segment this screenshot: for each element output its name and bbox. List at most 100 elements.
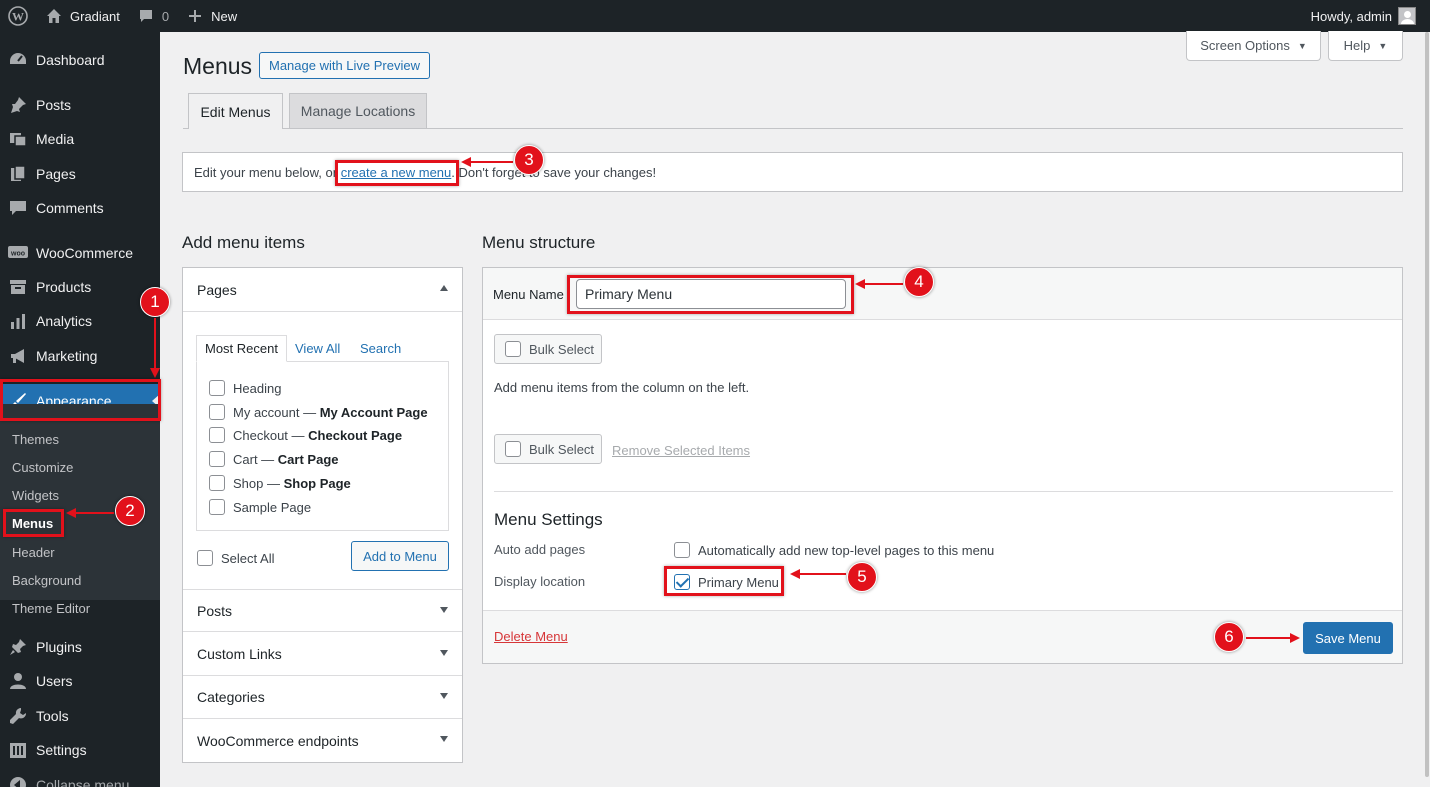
pages-section-label: Pages — [197, 281, 237, 298]
annotation-badge-1: 1 — [140, 287, 170, 317]
howdy-text: Howdy, admin — [1310, 8, 1392, 24]
wordpress-logo[interactable]: W — [0, 0, 36, 32]
checkbox[interactable] — [209, 451, 225, 467]
archive-icon — [8, 277, 28, 297]
sidebar-item-comments[interactable]: Comments — [0, 191, 160, 225]
auto-add-pages-option[interactable]: Automatically add new top-level pages to… — [674, 542, 994, 558]
annotation-arrow-3 — [469, 161, 513, 163]
select-all-checkbox[interactable] — [197, 550, 213, 566]
annotation-badge-2: 2 — [115, 496, 145, 526]
tab-search[interactable]: Search — [360, 335, 401, 362]
sidebar-label: Pages — [36, 166, 76, 182]
bulk-select-button[interactable]: Bulk Select — [494, 334, 602, 364]
expand-arrow-icon — [440, 607, 448, 613]
sidebar-label: Settings — [36, 742, 87, 758]
menu-edit-panel: Menu Name Primary Menu Bulk Select Add m… — [482, 267, 1403, 664]
tab-most-recent[interactable]: Most Recent — [196, 335, 287, 362]
annotation-arrow-6 — [1246, 637, 1292, 639]
new-content-link[interactable]: New — [177, 0, 245, 32]
tab-view-all[interactable]: View All — [295, 335, 340, 362]
woocommerce-endpoints-section-header[interactable]: WooCommerce endpoints — [183, 719, 462, 762]
sidebar-item-posts[interactable]: Posts — [0, 88, 160, 122]
checkbox[interactable] — [209, 475, 225, 491]
help-label: Help — [1343, 38, 1371, 53]
checkbox[interactable] — [209, 404, 225, 420]
sidebar-item-analytics[interactable]: Analytics — [0, 304, 160, 338]
primary-menu-location-option[interactable]: Primary Menu — [674, 574, 779, 590]
collapse-menu-button[interactable]: Collapse menu — [0, 768, 160, 787]
settings-divider — [494, 491, 1393, 492]
auto-add-checkbox[interactable] — [674, 542, 690, 558]
sidebar-label: Posts — [36, 97, 72, 113]
custom-links-section-header[interactable]: Custom Links — [183, 633, 462, 676]
page-type: Cart Page — [277, 451, 339, 467]
sidebar-item-users[interactable]: Users — [0, 664, 160, 698]
select-all-label: Select All — [221, 550, 275, 566]
tab-divider — [183, 128, 1403, 129]
live-preview-button[interactable]: Manage with Live Preview — [259, 52, 430, 79]
annotation-arrow-2 — [74, 512, 114, 514]
sidebar-item-plugins[interactable]: Plugins — [0, 630, 160, 664]
list-item[interactable]: Cart — Cart Page — [209, 451, 339, 467]
submenu-item-background[interactable]: Background — [12, 573, 81, 588]
sidebar-item-settings[interactable]: Settings — [0, 733, 160, 767]
add-to-menu-button[interactable]: Add to Menu — [351, 541, 449, 571]
account-menu[interactable]: Howdy, admin — [1311, 7, 1430, 25]
sidebar-item-media[interactable]: Media — [0, 122, 160, 156]
auto-add-text: Automatically add new top-level pages to… — [698, 542, 995, 558]
site-name-link[interactable]: Gradiant — [36, 0, 128, 32]
display-location-label: Display location — [494, 574, 586, 589]
tab-edit-menus[interactable]: Edit Menus — [188, 93, 283, 129]
section-label: Posts — [197, 602, 233, 619]
wordpress-icon: W — [8, 6, 28, 26]
list-item[interactable]: Checkout — Checkout Page — [209, 427, 402, 443]
plus-icon — [185, 6, 205, 26]
page-name: Heading — [233, 380, 282, 396]
scrollbar-thumb[interactable] — [1425, 32, 1429, 777]
remove-selected-link[interactable]: Remove Selected Items — [612, 443, 750, 458]
submenu-item-theme-editor[interactable]: Theme Editor — [12, 601, 90, 616]
sidebar-item-dashboard[interactable]: Dashboard — [0, 43, 160, 77]
menu-name-input[interactable]: Primary Menu — [576, 279, 846, 309]
comment-icon — [8, 198, 28, 218]
comments-count: 0 — [161, 8, 170, 24]
submenu-item-themes[interactable]: Themes — [12, 432, 59, 447]
submenu-item-header[interactable]: Header — [12, 545, 55, 560]
sidebar-item-tools[interactable]: Tools — [0, 699, 160, 733]
submenu-item-widgets[interactable]: Widgets — [12, 488, 59, 503]
expand-arrow-icon — [440, 693, 448, 699]
list-item[interactable]: Sample Page — [209, 499, 311, 515]
help-button[interactable]: Help ▼ — [1328, 31, 1403, 61]
posts-section-header[interactable]: Posts — [183, 589, 462, 632]
categories-section-header[interactable]: Categories — [183, 676, 462, 719]
primary-menu-checkbox[interactable] — [674, 574, 690, 590]
pages-section-header[interactable]: Pages — [183, 268, 462, 312]
plugin-icon — [8, 637, 28, 657]
sidebar-item-products[interactable]: Products — [0, 270, 160, 304]
submenu-item-menus[interactable]: Menus — [12, 516, 53, 531]
svg-text:woo: woo — [10, 251, 25, 258]
list-item[interactable]: My account — My Account Page — [209, 404, 428, 420]
screen-options-button[interactable]: Screen Options ▼ — [1186, 31, 1321, 61]
admin-bar: W Gradiant 0 New Howdy, admin — [0, 0, 1430, 32]
checkbox[interactable] — [209, 427, 225, 443]
select-all-row[interactable]: Select All — [197, 550, 274, 566]
expand-arrow-icon — [440, 736, 448, 742]
list-item[interactable]: Heading — [209, 380, 281, 396]
sidebar-item-marketing[interactable]: Marketing — [0, 339, 160, 373]
sidebar-item-woocommerce[interactable]: woo WooCommerce — [0, 236, 160, 270]
checkbox[interactable] — [209, 380, 225, 396]
bulk-select-button-bottom[interactable]: Bulk Select — [494, 434, 602, 464]
submenu-item-customize[interactable]: Customize — [12, 460, 73, 475]
annotation-badge-3: 3 — [514, 145, 544, 175]
save-menu-button[interactable]: Save Menu — [1303, 622, 1393, 654]
tab-manage-locations[interactable]: Manage Locations — [289, 93, 427, 128]
avatar — [1398, 7, 1416, 25]
list-item[interactable]: Shop — Shop Page — [209, 475, 351, 491]
delete-menu-link[interactable]: Delete Menu — [494, 629, 568, 644]
create-new-menu-link[interactable]: create a new menu — [341, 165, 452, 180]
comments-link[interactable]: 0 — [128, 0, 177, 32]
sidebar-item-pages[interactable]: Pages — [0, 157, 160, 191]
checkbox[interactable] — [209, 499, 225, 515]
page-scrollbar[interactable] — [1424, 32, 1430, 787]
